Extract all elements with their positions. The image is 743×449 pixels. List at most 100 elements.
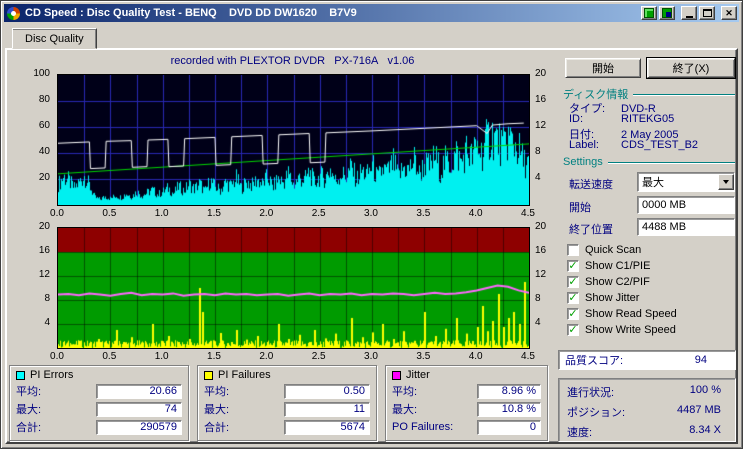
stat-value: 11 [284,401,370,417]
titlebar-tool-button-2[interactable] [659,6,675,20]
axis-tick-label: 12 [535,120,547,131]
pi-errors-stats-box: PI Errors 平均: 20.66 最大: 74 合計: 290579 [9,365,189,441]
disc-label-row: Label: CDS_TEST_B2 [569,139,699,151]
checkbox-show-jitter[interactable]: ✓ Show Jitter [567,291,639,305]
axis-tick-label: 1.5 [207,208,221,219]
quality-score-box: 品質スコア: 94 [558,350,736,370]
position-value: 4487 MB [676,404,721,416]
titlebar[interactable]: CD Speed : Disc Quality Test - BENQ DVD … [4,4,739,22]
axis-tick-label: 20 [535,221,547,232]
speed-select[interactable]: 最大 [637,172,735,192]
section-divider [633,93,735,95]
position-row: ポジション: 4487 MB [567,404,721,419]
checkbox-show-c2-pif[interactable]: ✓ Show C2/PIF [567,275,650,289]
axis-tick-label: 20 [38,221,50,232]
stat-label: 最大: [392,404,418,416]
pi-errors-swatch [16,370,25,380]
quality-score-label: 品質スコア: [565,355,624,367]
progress-value: 100 % [689,384,721,396]
checkbox-show-write-speed[interactable]: ✓ Show Write Speed [567,323,676,337]
start-position-field[interactable]: 0000 MB [637,196,735,214]
quick-scan-checkbox[interactable] [567,244,579,256]
axis-tick-label: 3.0 [364,351,378,362]
axis-tick-label: 3.0 [364,208,378,219]
quality-score-value: 94 [694,354,707,366]
show-c2-pif-checkbox[interactable]: ✓ [567,276,579,288]
minimize-button[interactable] [681,6,697,20]
cd-speed-app-icon [7,6,20,20]
stat-label: 合計: [204,422,230,434]
axis-tick-label: 2.0 [259,351,274,362]
axis-tick-label: 20 [38,172,50,183]
titlebar-tool-button-1[interactable] [641,6,657,20]
dropdown-arrow-button[interactable] [718,174,734,190]
stat-value: 20.66 [96,383,182,399]
end-position-field[interactable]: 4488 MB [637,218,735,236]
axis-tick-label: 0.0 [50,351,64,362]
checkbox-show-read-speed[interactable]: ✓ Show Read Speed [567,307,677,321]
progress-row: 進行状況: 100 % [567,384,721,399]
bottom-chart-x-axis: 0.0 0.5 1.0 1.5 2.0 2.5 3.0 3.5 4.0 4.5 [50,351,535,363]
show-c1-pie-checkbox[interactable]: ✓ [567,260,579,272]
window-title: CD Speed : Disc Quality Test - BENQ DVD … [25,7,357,19]
start-position-label: 開始 [569,202,591,214]
checkbox-quick-scan[interactable]: Quick Scan [567,243,641,257]
axis-tick-label: 16 [535,94,547,105]
axis-tick-label: 40 [38,146,50,157]
axis-tick-label: 4 [535,317,541,328]
axis-tick-label: 60 [38,120,50,131]
stat-value: 5674 [284,419,370,435]
stat-label: PO Failures: [392,421,454,433]
speed-label: 転送速度 [569,179,613,191]
minimize-icon [685,15,693,18]
stat-label: 最大: [204,404,230,416]
start-button[interactable]: 開始 [565,58,641,78]
maximize-button[interactable] [699,6,715,20]
stat-value: 74 [96,401,182,417]
axis-tick-label: 4.0 [468,208,483,219]
checkbox-show-c1-pie[interactable]: ✓ Show C1/PIE [567,259,650,273]
show-write-speed-checkbox[interactable]: ✓ [567,324,579,336]
speed-value: 8.34 X [689,424,721,436]
chevron-down-icon [723,180,729,184]
app-window: CD Speed : Disc Quality Test - BENQ DVD … [0,0,743,449]
axis-tick-label: 3.5 [416,208,431,219]
jitter-stats-box: Jitter 平均: 8.96 % 最大: 10.8 % PO Failures: 0 [385,365,548,441]
axis-tick-label: 3.5 [416,351,431,362]
tab-disc-quality[interactable]: Disc Quality [12,28,97,49]
stat-label: 平均: [392,386,418,398]
axis-tick-label: 4 [535,172,541,183]
axis-tick-label: 0.0 [50,208,64,219]
top-chart-x-axis: 0.0 0.5 1.0 1.5 2.0 2.5 3.0 3.5 4.0 4.5 [50,208,535,220]
show-jitter-checkbox[interactable]: ✓ [567,292,579,304]
speed-select-value: 最大 [642,177,664,189]
top-chart-right-axis: 4 8 12 16 20 [532,69,560,204]
exit-button[interactable]: 終了(X) [647,58,735,78]
bottom-chart-left-axis: 4 8 12 16 20 [25,222,53,347]
pi-failures-stats-title: PI Failures [198,368,376,382]
axis-tick-label: 1.0 [154,351,169,362]
recorded-with-text: recorded with PLEXTOR DVDR PX-716A v1.06 [170,55,415,67]
axis-tick-label: 4.5 [521,351,535,362]
pi-errors-chart [57,74,530,206]
stat-label: 平均: [16,386,42,398]
axis-tick-label: 0.5 [102,208,117,219]
close-icon: ✕ [725,7,733,18]
axis-tick-label: 20 [535,68,547,79]
bottom-chart-right-axis: 4 8 12 16 20 [532,222,560,347]
pi-errors-stats-title: PI Errors [10,368,188,382]
disc-id-row: ID: RITEKG05 [569,113,675,125]
close-button[interactable]: ✕ [721,6,737,20]
axis-tick-label: 2.5 [311,351,326,362]
speed-row: 速度: 8.34 X [567,424,721,439]
pi-failures-stats-box: PI Failures 平均: 0.50 最大: 11 合計: 5674 [197,365,377,441]
show-read-speed-checkbox[interactable]: ✓ [567,308,579,320]
axis-tick-label: 12 [535,269,547,280]
axis-tick-label: 1.0 [154,208,169,219]
top-chart-left-axis: 20 40 60 80 100 [25,69,53,204]
green-drive-icon [662,8,672,18]
jitter-swatch [392,370,401,380]
axis-tick-label: 80 [38,94,50,105]
green-disc-icon [644,8,654,18]
axis-tick-label: 8 [535,293,541,304]
